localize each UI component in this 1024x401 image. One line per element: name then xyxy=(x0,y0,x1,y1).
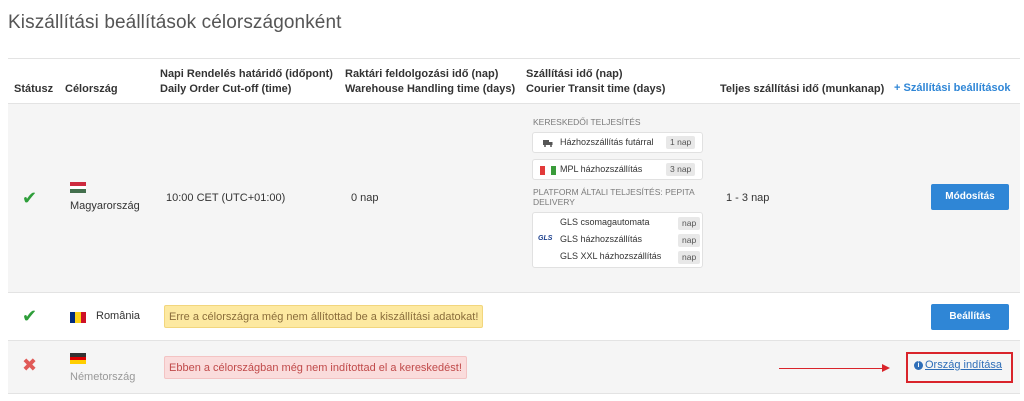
error-alert: Ebben a célországban még nem indítottad … xyxy=(164,356,467,379)
header-transit-hu: Szállítási idő (nap) xyxy=(526,68,623,80)
header-transit: Szállítási idő (nap) Courier Transit tim… xyxy=(526,67,665,97)
add-shipping-settings-label: Szállítási beállítások xyxy=(903,82,1011,94)
table-row-germany: ✖ Németország Ebben a célországban még n… xyxy=(8,340,1020,394)
country-name: Németország xyxy=(70,371,136,383)
header-handling-hu: Raktári feldolgozási idő (nap) xyxy=(345,68,499,80)
shipping-days-badge: 1 nap xyxy=(666,136,696,149)
header-transit-en: Courier Transit time (days) xyxy=(526,83,666,95)
table-row-romania: ✔ România Erre a célországra még nem áll… xyxy=(8,292,1020,340)
header-status: Státusz xyxy=(14,83,54,95)
plus-icon: + xyxy=(894,82,901,94)
start-country-label: Ország indítása xyxy=(925,359,1003,371)
add-shipping-settings-link[interactable]: + Szállítási beállítások xyxy=(894,82,1011,94)
check-icon: ✔ xyxy=(22,188,38,208)
shipping-table: Státusz Célország Napi Rendelés határidő… xyxy=(8,58,1020,394)
gls-logo-icon: GLS xyxy=(538,235,553,242)
mpl-logo-icon xyxy=(540,166,556,175)
country-name: Magyarország xyxy=(70,200,140,212)
shipping-option-label: MPL házhozszállítás xyxy=(560,164,643,174)
hungary-flag-icon xyxy=(70,182,86,194)
romania-flag-icon xyxy=(70,312,86,323)
shipping-option-courier: Házhozszállítás futárral 1 nap xyxy=(532,132,703,153)
header-cutoff-hu: Napi Rendelés határidő (időpont) xyxy=(160,68,333,80)
merchant-fulfillment-title: Kereskedői teljesítés xyxy=(533,117,641,127)
shipping-days-badge: nap xyxy=(678,251,701,264)
header-handling: Raktári feldolgozási idő (nap) Warehouse… xyxy=(345,67,515,97)
header-total: Teljes szállítási idő (munkanap) xyxy=(720,83,885,95)
header-handling-en: Warehouse Handling time (days) xyxy=(345,83,516,95)
modify-button[interactable]: Módosítás xyxy=(931,184,1009,210)
cross-icon: ✖ xyxy=(22,355,38,375)
shipping-option-label: GLS XXL házhozszállítás xyxy=(560,251,662,261)
header-cutoff: Napi Rendelés határidő (időpont) Daily O… xyxy=(160,67,333,97)
setup-button[interactable]: Beállítás xyxy=(931,304,1009,330)
handling-value: 0 nap xyxy=(351,192,379,204)
shipping-option-label: GLS csomagautomata xyxy=(560,217,650,227)
germany-flag-icon xyxy=(70,353,86,365)
platform-fulfillment-title: Platform általi teljesítés: Pepita Deliv… xyxy=(533,187,695,207)
shipping-option-label: GLS házhozszállítás xyxy=(560,234,643,244)
header-country: Célország xyxy=(65,83,118,95)
shipping-option-mpl: MPL házhozszállítás 3 nap xyxy=(532,159,703,180)
annotation-arrow-line xyxy=(779,368,884,369)
shipping-days-badge: 3 nap xyxy=(666,163,696,176)
arrow-right-icon xyxy=(882,364,890,372)
shipping-days-badge: nap xyxy=(678,217,701,230)
page-title: Kiszállítási beállítások célországonként xyxy=(8,12,342,33)
start-country-link[interactable]: i Ország indítása xyxy=(914,359,1002,371)
cutoff-value: 10:00 CET (UTC+01:00) xyxy=(166,192,286,204)
check-icon: ✔ xyxy=(22,306,38,326)
info-icon: i xyxy=(914,361,923,370)
shipping-days-badge: nap xyxy=(678,234,701,247)
total-time-value: 1 - 3 nap xyxy=(726,192,770,204)
country-name: România xyxy=(96,310,141,322)
warning-alert: Erre a célországra még nem állítottad be… xyxy=(164,305,484,328)
truck-icon xyxy=(543,140,553,147)
shipping-option-label: Házhozszállítás futárral xyxy=(560,137,654,147)
shipping-option-gls: GLS GLS csomagautomata nap GLS házhozszá… xyxy=(532,212,703,268)
table-header: Státusz Célország Napi Rendelés határidő… xyxy=(8,59,1020,103)
header-cutoff-en: Daily Order Cut-off (time) xyxy=(160,83,292,95)
table-row-hungary: ✔ Magyarország 10:00 CET (UTC+01:00) 0 n… xyxy=(8,103,1020,292)
